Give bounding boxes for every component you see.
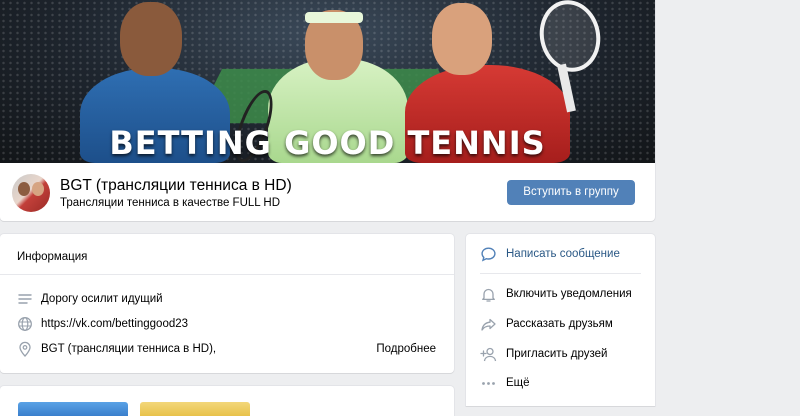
write-message-action[interactable]: Написать сообщение xyxy=(466,243,655,267)
more-actions-label: Ещё xyxy=(506,377,530,389)
more-info-link[interactable]: Подробнее xyxy=(376,343,436,355)
more-actions[interactable]: Ещё xyxy=(466,372,655,396)
bell-icon xyxy=(482,288,495,302)
info-card: Информация Дорогу осилит идущий https://… xyxy=(0,234,454,373)
add-user-icon xyxy=(480,347,497,362)
avatar-face-left xyxy=(18,182,30,196)
info-description: Дорогу осилит идущий xyxy=(41,293,163,305)
more-dots-icon xyxy=(482,382,495,385)
group-avatar[interactable] xyxy=(12,174,50,212)
group-status: Трансляции тенниса в качестве FULL HD xyxy=(60,197,281,209)
info-row-description: Дорогу осилит идущий xyxy=(0,290,454,310)
share-arrow-icon xyxy=(481,318,496,331)
content-thumbnail[interactable] xyxy=(140,402,250,416)
cover-player-right-head xyxy=(432,3,492,75)
message-icon xyxy=(481,247,496,262)
info-title: Информация xyxy=(17,251,88,263)
invite-friends-label: Пригласить друзей xyxy=(506,348,608,360)
join-group-button[interactable]: Вступить в группу xyxy=(507,180,635,205)
info-row-location: BGT (трансляции тенниса в HD), Подробнее xyxy=(0,340,454,360)
cover-player-left-head xyxy=(120,2,182,76)
content-card xyxy=(0,386,454,416)
info-link[interactable]: https://vk.com/bettinggood23 xyxy=(41,318,188,330)
info-row-link: https://vk.com/bettinggood23 xyxy=(0,315,454,335)
actions-divider xyxy=(480,273,641,274)
cover-title: BETTING GOOD TENNIS xyxy=(109,124,546,162)
info-divider xyxy=(0,274,454,275)
group-name: BGT (трансляции тенниса в HD) xyxy=(60,177,292,194)
enable-notifications-action[interactable]: Включить уведомления xyxy=(466,283,655,307)
actions-card: Написать сообщение Включить уведомления … xyxy=(466,234,655,406)
cover-image: BETTING GOOD TENNIS xyxy=(0,0,655,163)
invite-friends-action[interactable]: Пригласить друзей xyxy=(466,343,655,367)
share-friends-label: Рассказать друзьям xyxy=(506,318,613,330)
cover-headband xyxy=(305,12,363,23)
description-icon xyxy=(18,294,32,304)
avatar-face-right xyxy=(32,182,44,196)
enable-notifications-label: Включить уведомления xyxy=(506,288,632,300)
group-header-card: BETTING GOOD TENNIS BGT (трансляции тенн… xyxy=(0,0,655,221)
write-message-label: Написать сообщение xyxy=(506,248,620,260)
info-location: BGT (трансляции тенниса в HD), xyxy=(41,343,217,355)
location-pin-icon xyxy=(19,341,31,357)
content-thumbnail[interactable] xyxy=(18,402,128,416)
share-friends-action[interactable]: Рассказать друзьям xyxy=(466,313,655,337)
globe-icon xyxy=(18,317,32,331)
